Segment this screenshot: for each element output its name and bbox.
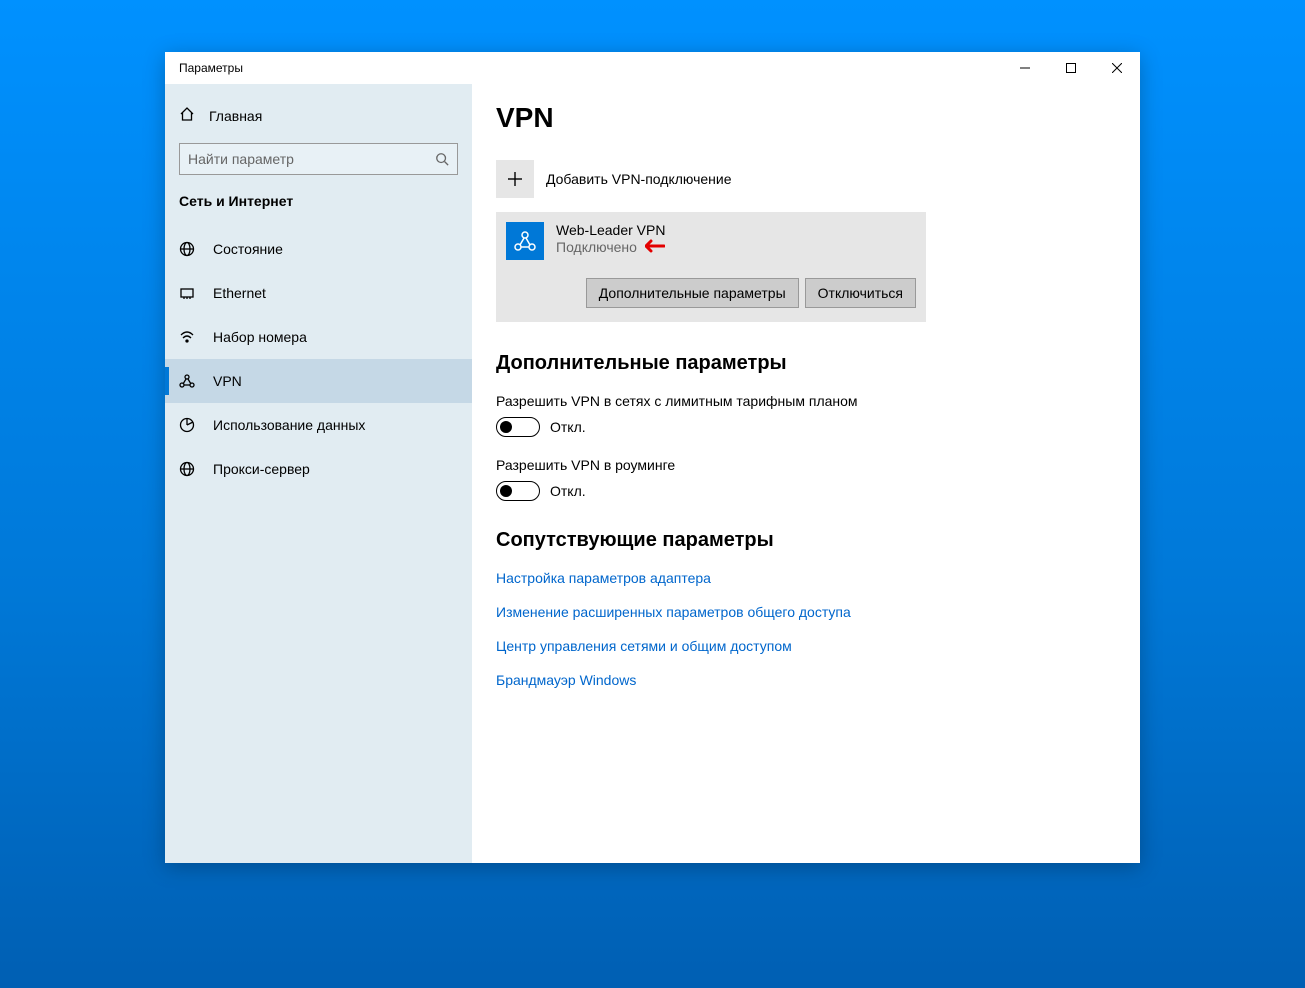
window-body: Главная Сеть и Интернет Состояние <box>165 84 1140 863</box>
minimize-button[interactable] <box>1002 52 1048 84</box>
maximize-button[interactable] <box>1048 52 1094 84</box>
related-heading: Сопутствующие параметры <box>496 529 1108 552</box>
home-button[interactable]: Главная <box>165 84 472 143</box>
close-icon <box>1112 63 1122 73</box>
vpn-advanced-button[interactable]: Дополнительные параметры <box>586 278 799 308</box>
vpn-connection-icon <box>506 222 544 260</box>
add-vpn-button[interactable]: Добавить VPN-подключение <box>496 160 1108 198</box>
search-icon <box>435 152 449 166</box>
setting-label: Разрешить VPN в сетях с лимитным тарифны… <box>496 393 1108 409</box>
minimize-icon <box>1020 63 1030 73</box>
content: VPN Добавить VPN-подключение Web-Leader … <box>472 84 1140 863</box>
vpn-icon <box>179 373 195 389</box>
home-label: Главная <box>209 108 262 124</box>
globe-icon <box>179 241 195 257</box>
link-network-center[interactable]: Центр управления сетями и общим доступом <box>496 638 1108 654</box>
sidebar-item-dialup[interactable]: Набор номера <box>165 315 472 359</box>
sidebar-item-datausage[interactable]: Использование данных <box>165 403 472 447</box>
sidebar-item-proxy[interactable]: Прокси-сервер <box>165 447 472 491</box>
sidebar-item-label: VPN <box>213 373 242 389</box>
vpn-connection-item[interactable]: Web-Leader VPN Подключено Дополнительные… <box>496 212 926 322</box>
advanced-heading: Дополнительные параметры <box>496 352 1108 375</box>
link-advanced-sharing[interactable]: Изменение расширенных параметров общего … <box>496 604 1108 620</box>
page-title: VPN <box>496 102 1108 134</box>
settings-window: Параметры Главная <box>165 52 1140 863</box>
search-input[interactable] <box>179 143 458 175</box>
link-adapter-settings[interactable]: Настройка параметров адаптера <box>496 570 1108 586</box>
ethernet-icon <box>179 285 195 301</box>
sidebar-nav: Состояние Ethernet Набор номера <box>165 227 472 491</box>
window-title: Параметры <box>165 61 243 75</box>
maximize-icon <box>1066 63 1076 73</box>
sidebar-item-label: Использование данных <box>213 417 365 433</box>
toggle-state: Откл. <box>550 419 586 435</box>
category-label: Сеть и Интернет <box>165 193 472 227</box>
sidebar-item-ethernet[interactable]: Ethernet <box>165 271 472 315</box>
titlebar: Параметры <box>165 52 1140 84</box>
sidebar-item-label: Состояние <box>213 241 283 257</box>
add-vpn-label: Добавить VPN-подключение <box>546 171 732 187</box>
search-field[interactable] <box>188 151 435 167</box>
window-controls <box>1002 52 1140 84</box>
link-firewall[interactable]: Брандмауэр Windows <box>496 672 1108 688</box>
toggle-roaming[interactable] <box>496 481 540 501</box>
toggle-metered[interactable] <box>496 417 540 437</box>
dialup-icon <box>179 329 195 345</box>
proxy-icon <box>179 461 195 477</box>
related-links: Настройка параметров адаптера Изменение … <box>496 570 1108 688</box>
sidebar-item-label: Прокси-сервер <box>213 461 310 477</box>
sidebar-item-vpn[interactable]: VPN <box>165 359 472 403</box>
vpn-name: Web-Leader VPN <box>556 222 665 238</box>
sidebar: Главная Сеть и Интернет Состояние <box>165 84 472 863</box>
vpn-status: Подключено <box>556 239 637 255</box>
pie-icon <box>179 417 195 433</box>
arrow-annotation-icon <box>645 238 665 256</box>
sidebar-item-status[interactable]: Состояние <box>165 227 472 271</box>
vpn-status-row: Подключено <box>556 238 665 256</box>
toggle-state: Откл. <box>550 483 586 499</box>
close-button[interactable] <box>1094 52 1140 84</box>
setting-label: Разрешить VPN в роуминге <box>496 457 1108 473</box>
vpn-disconnect-button[interactable]: Отключиться <box>805 278 916 308</box>
plus-icon <box>496 160 534 198</box>
sidebar-item-label: Набор номера <box>213 329 307 345</box>
sidebar-item-label: Ethernet <box>213 285 266 301</box>
home-icon <box>179 106 195 125</box>
